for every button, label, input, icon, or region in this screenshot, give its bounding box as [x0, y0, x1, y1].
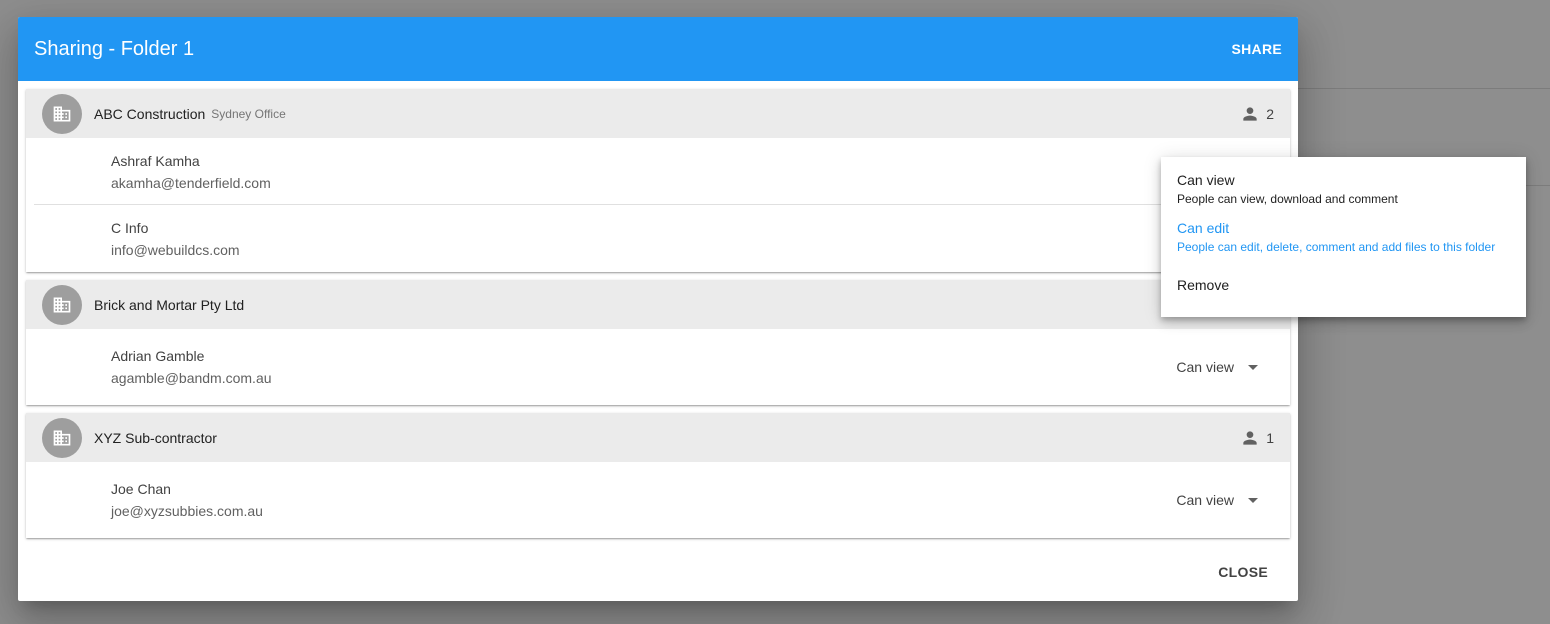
- permission-dropdown[interactable]: Can view: [1176, 329, 1258, 405]
- business-icon: [42, 417, 82, 458]
- business-icon: [42, 93, 82, 134]
- dialog-header: Sharing - Folder 1 SHARE: [18, 17, 1298, 81]
- member-count: 1: [1240, 413, 1274, 462]
- dialog-actions: CLOSE: [1218, 564, 1268, 582]
- org-subtitle: Sydney Office: [211, 106, 286, 121]
- member-name: C Info: [111, 219, 149, 236]
- arrow-drop-down-icon: [1248, 364, 1258, 370]
- sharing-dialog: Sharing - Folder 1 SHARE ABC Constructio…: [18, 17, 1298, 601]
- org-group: XYZ Sub-contractor 1 Joe Chan joe@xyzsub…: [26, 413, 1290, 538]
- menu-item-can-edit[interactable]: Can edit People can edit, delete, commen…: [1177, 220, 1495, 254]
- share-button[interactable]: SHARE: [1231, 41, 1282, 57]
- close-button[interactable]: CLOSE: [1218, 564, 1268, 580]
- member-email: info@webuildcs.com: [111, 241, 240, 258]
- person-icon: [1243, 106, 1257, 121]
- member-row[interactable]: Ashraf Kamha akamha@tenderfield.com: [26, 138, 1290, 205]
- member-name: Adrian Gamble: [111, 348, 205, 364]
- org-name: Brick and Mortar Pty Ltd: [94, 296, 245, 313]
- menu-item-label: Remove: [1177, 277, 1230, 293]
- permission-value: Can view: [1176, 492, 1234, 508]
- member-name: Joe Chan: [111, 481, 171, 497]
- menu-item-label: Can view: [1177, 172, 1235, 188]
- member-row[interactable]: Joe Chan joe@xyzsubbies.com.au Can view: [26, 462, 1290, 538]
- permission-dropdown[interactable]: Can view: [1176, 462, 1258, 538]
- org-name: ABC Construction: [94, 105, 206, 122]
- member-row[interactable]: C Info info@webuildcs.com: [26, 205, 1290, 272]
- org-header: XYZ Sub-contractor 1: [26, 413, 1290, 462]
- org-name: XYZ Sub-contractor: [94, 429, 217, 446]
- menu-item-description: People can view, download and comment: [1177, 192, 1398, 206]
- member-count-value: 1: [1266, 429, 1274, 446]
- permission-value: Can view: [1176, 359, 1234, 375]
- permission-menu: Can view People can view, download and c…: [1161, 157, 1526, 317]
- member-email: akamha@tenderfield.com: [111, 174, 271, 191]
- org-header: ABC Construction Sydney Office 2: [26, 89, 1290, 138]
- org-header: Brick and Mortar Pty Ltd: [26, 280, 1290, 329]
- business-icon: [42, 284, 82, 325]
- menu-item-remove[interactable]: Remove: [1177, 277, 1229, 293]
- member-email: joe@xyzsubbies.com.au: [111, 503, 263, 519]
- background-divider: [1298, 88, 1550, 89]
- member-row[interactable]: Adrian Gamble agamble@bandm.com.au Can v…: [26, 329, 1290, 405]
- menu-item-can-view[interactable]: Can view People can view, download and c…: [1177, 172, 1398, 206]
- person-icon: [1243, 430, 1257, 445]
- member-count-value: 2: [1266, 105, 1274, 122]
- member-email: agamble@bandm.com.au: [111, 370, 272, 386]
- menu-item-label: Can edit: [1177, 220, 1230, 236]
- org-group: ABC Construction Sydney Office 2 Ashraf …: [26, 89, 1290, 272]
- menu-item-description: People can edit, delete, comment and add…: [1177, 240, 1496, 254]
- dialog-title: Sharing - Folder 1: [34, 37, 195, 60]
- groups-list: ABC Construction Sydney Office 2 Ashraf …: [18, 81, 1298, 538]
- member-name: Ashraf Kamha: [111, 152, 200, 169]
- member-count: 2: [1240, 89, 1274, 138]
- org-group: Brick and Mortar Pty Ltd Adrian Gamble a…: [26, 280, 1290, 405]
- arrow-drop-down-icon: [1248, 497, 1258, 503]
